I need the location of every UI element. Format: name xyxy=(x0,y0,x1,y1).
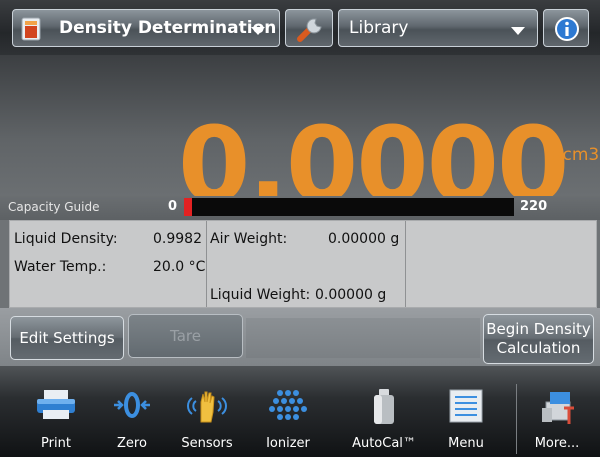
sensors-button[interactable]: Sensors xyxy=(168,366,246,457)
chevron-down-icon xyxy=(511,27,525,35)
info-icon xyxy=(555,17,579,41)
ionizer-button[interactable]: Ionizer xyxy=(249,366,327,457)
autocal-button[interactable]: AutoCal™ xyxy=(345,366,423,457)
action-bar-spacer xyxy=(246,318,480,358)
capacity-bar xyxy=(184,198,514,216)
chevron-down-icon xyxy=(251,27,265,35)
capacity-guide: Capacity Guide 0 220 xyxy=(0,196,600,220)
more-button[interactable]: More... xyxy=(518,366,596,457)
zero-button[interactable]: Zero xyxy=(93,366,171,457)
wrench-icon xyxy=(297,18,322,42)
begin-button-line1: Begin Density xyxy=(486,320,591,338)
liquid-weight-label: Liquid Weight: xyxy=(210,287,311,303)
column-divider xyxy=(206,221,207,307)
capacity-bar-fill xyxy=(184,198,192,216)
more-tools-icon xyxy=(542,392,574,424)
liquid-density-label: Liquid Density: xyxy=(14,231,118,247)
menu-label: Menu xyxy=(448,436,484,451)
ionizer-label: Ionizer xyxy=(266,436,310,451)
tare-button[interactable]: Tare xyxy=(128,314,243,358)
column-divider xyxy=(405,221,406,307)
library-label: Library xyxy=(349,18,409,38)
ionizer-icon xyxy=(269,390,307,420)
toolbar-separator xyxy=(516,384,517,454)
menu-list-icon xyxy=(449,389,483,423)
water-temp-value: 20.0 °C xyxy=(153,259,206,275)
print-label: Print xyxy=(41,436,71,451)
capacity-guide-label: Capacity Guide xyxy=(8,200,100,214)
hand-sensor-icon xyxy=(187,391,227,423)
print-button[interactable]: Print xyxy=(17,366,95,457)
application-label: Density Determination xyxy=(59,18,277,38)
capacity-max: 220 xyxy=(520,199,548,214)
begin-button-line2: Calculation xyxy=(496,339,581,357)
air-weight-label: Air Weight: xyxy=(210,231,288,247)
library-select[interactable]: Library xyxy=(338,9,538,47)
begin-density-calculation-button[interactable]: Begin Density Calculation xyxy=(483,314,594,364)
info-button[interactable] xyxy=(543,9,589,47)
calibration-weight-icon xyxy=(374,389,394,424)
top-bar: Density Determination Library xyxy=(0,0,600,55)
zero-icon xyxy=(114,392,150,418)
liquid-density-value: 0.9982 xyxy=(153,231,202,247)
water-temp-label: Water Temp.: xyxy=(14,259,107,275)
sensors-label: Sensors xyxy=(181,436,233,451)
unit-label: g/cm3 xyxy=(546,145,600,165)
action-bar: Edit Settings Tare Begin Density Calcula… xyxy=(0,308,600,366)
more-label: More... xyxy=(534,436,580,451)
weight-display: 0.0000 g/cm3 xyxy=(0,55,600,217)
zero-label: Zero xyxy=(117,436,147,451)
menu-button[interactable]: Menu xyxy=(427,366,505,457)
edit-settings-button[interactable]: Edit Settings xyxy=(10,316,124,360)
liquid-weight-value: 0.00000 g xyxy=(315,287,387,303)
air-weight-value: 0.00000 g xyxy=(328,231,400,247)
autocal-label: AutoCal™ xyxy=(352,436,416,451)
application-select[interactable]: Density Determination xyxy=(12,9,280,47)
tools-button[interactable] xyxy=(285,9,333,47)
bottom-toolbar: Print Zero Sensors Ionizer AutoCal™ Menu… xyxy=(0,366,600,457)
capacity-min: 0 xyxy=(168,199,178,214)
density-app-icon xyxy=(21,17,41,41)
printer-icon xyxy=(37,390,75,419)
results-panel: Liquid Density: 0.9982 Water Temp.: 20.0… xyxy=(9,220,597,308)
